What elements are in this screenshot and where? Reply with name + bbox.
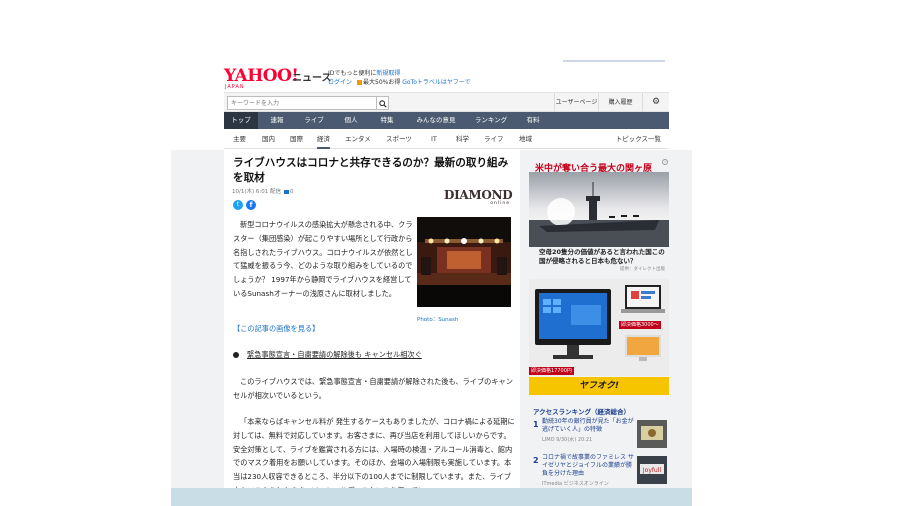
deal-icon xyxy=(357,80,363,85)
nav-tab-paid[interactable]: 有料 xyxy=(516,112,550,129)
comment-icon[interactable] xyxy=(284,189,289,194)
category-main[interactable]: 主要 xyxy=(233,129,246,149)
laptop-image xyxy=(621,285,665,313)
gear-icon[interactable]: ⚙ xyxy=(642,93,669,112)
publisher-logo[interactable]: DIAMOND online xyxy=(444,188,513,210)
section-heading-text: 緊急事態宣言・自粛要請の解除後も キャンセル相次ぐ xyxy=(247,350,422,359)
search-icon xyxy=(378,100,387,108)
category-sports[interactable]: スポーツ xyxy=(386,129,412,149)
promo-id-text: IDでもっと便利に xyxy=(328,70,377,77)
ranking-headline[interactable]: コロナ禍で故事業のファミレス サイゼリヤとジョイフルの業績が勝負を分けた理由 xyxy=(542,454,636,478)
article-paragraph-quote: 「本来ならばキャンセル料が 発生するケースもありましたが、コロナ禍による延期に対… xyxy=(233,417,515,488)
publisher-logo-text: DIAMOND xyxy=(444,188,513,202)
goto-travel-link[interactable]: GoToトラベルはヤフーで xyxy=(402,79,470,86)
article: ライブハウスはコロナと共存できるのか？最新の取り組みを取材 10/1(木) 6:… xyxy=(224,150,520,488)
ad-header[interactable]: 米中が奪い合う最大の関ヶ原 i xyxy=(529,156,669,174)
ad-caption[interactable]: 空母20隻分の価値があると言われた国この国が侵略されると日本も危ない？ xyxy=(539,248,667,266)
ranking-item[interactable]: 1 勤続30年の銀行員が見た「お金が逃げていく人」の特徴 LIMO 9/30(水… xyxy=(533,418,667,454)
search-input[interactable] xyxy=(227,96,377,110)
nav-tab-opinions[interactable]: みんなの意見 xyxy=(406,112,466,129)
article-photo[interactable] xyxy=(417,217,511,307)
ad-info-icon[interactable]: i xyxy=(662,159,668,165)
category-nav: 主要 国内 国際 経済 エンタメ スポーツ IT 科学 ライフ 地域 トピックス… xyxy=(224,129,669,149)
bottom-band xyxy=(171,488,692,506)
sidebar: 米中が奪い合う最大の関ヶ原 i 空母20隻分の価値があると言われた国この国が侵略 xyxy=(529,150,669,488)
svg-text:Joyfull: Joyfull xyxy=(642,467,662,474)
yahoo-logo-sub: JAPAN xyxy=(225,84,245,90)
aircraft-carrier-image xyxy=(529,172,669,247)
desktop-image xyxy=(625,335,661,361)
nav-tab-top[interactable]: トップ xyxy=(224,112,258,129)
ranking-source: ITmedia ビジネスオンライン xyxy=(542,481,609,487)
pc-monitor-image xyxy=(535,289,611,359)
category-domestic[interactable]: 国内 xyxy=(262,129,275,149)
ad-sponsor: 提供：ダイレクト出版 xyxy=(620,267,665,272)
category-life[interactable]: ライフ xyxy=(484,129,504,149)
article-date: 10/1(木) 6:01 配信 xyxy=(232,189,281,195)
yahuoku-logo[interactable]: ヤフオク! xyxy=(529,377,669,395)
topics-list-link[interactable]: トピックス一覧 xyxy=(616,129,661,149)
ranking-title[interactable]: アクセスランキング（経済総合） xyxy=(533,406,630,416)
ranking-thumbnail[interactable]: Joyfull xyxy=(637,456,667,484)
ranking-item[interactable]: 2 コロナ禍で故事業のファミレス サイゼリヤとジョイフルの業績が勝負を分けた理由… xyxy=(533,454,667,488)
nav-tab-feature[interactable]: 特集 xyxy=(370,112,404,129)
category-international[interactable]: 国際 xyxy=(290,129,303,149)
article-title: ライブハウスはコロナと共存できるのか？最新の取り組みを取材 xyxy=(233,157,509,184)
login-link[interactable]: ログイン xyxy=(328,79,352,86)
search-bar: ユーザーページ 購入履歴 ⚙ xyxy=(224,92,669,112)
signup-link[interactable]: 新規取得 xyxy=(376,70,400,77)
twitter-icon[interactable]: t xyxy=(233,200,243,210)
thumbnail-image: Joyfull xyxy=(637,456,667,484)
ranking-headline[interactable]: 勤続30年の銀行員が見た「お金が逃げていく人」の特徴 xyxy=(542,418,636,434)
ranking-number: 2 xyxy=(533,456,539,465)
view-photos-link[interactable]: 【この記事の画像を見る】 xyxy=(233,324,319,334)
ad-image[interactable] xyxy=(529,172,669,247)
nav-tab-individual[interactable]: 個人 xyxy=(334,112,368,129)
thumbnail-image xyxy=(637,420,667,448)
ranking-thumbnail[interactable] xyxy=(637,420,667,448)
live-house-stage-image xyxy=(417,217,511,307)
section-heading: 緊急事態宣言・自粛要請の解除後も キャンセル相次ぐ xyxy=(233,350,422,360)
nav-tab-live[interactable]: ライブ xyxy=(296,112,332,129)
article-paragraph: このライブハウスでは、緊急事態宣言・自粛要請が解除された後も、ライブのキャンセル… xyxy=(233,377,513,400)
nav-tab-breaking[interactable]: 速報 xyxy=(260,112,294,129)
user-page-link[interactable]: ユーザーページ xyxy=(554,93,598,112)
purchase-history-link[interactable]: 購入履歴 xyxy=(598,93,642,112)
nav-tab-ranking[interactable]: ランキング xyxy=(466,112,516,129)
category-economy[interactable]: 経済 xyxy=(317,129,330,149)
article-lead: 新型コロナウイルスの感染拡大が懸念される中、クラスター（集団感染）が起こりやすい… xyxy=(233,220,413,298)
news-section-title[interactable]: ニュース xyxy=(292,69,332,84)
price-tag-1[interactable]: 即決価格3000〜 xyxy=(619,321,661,329)
facebook-icon[interactable]: f xyxy=(246,200,256,210)
article-meta: 10/1(木) 6:01 配信 0 xyxy=(232,187,294,195)
category-science[interactable]: 科学 xyxy=(456,129,469,149)
category-entertainment[interactable]: エンタメ xyxy=(345,129,371,149)
price-tag-2[interactable]: 即決価格17700円 xyxy=(529,367,574,375)
photo-credit[interactable]: Photo：Sunash xyxy=(417,315,458,323)
bullet-icon xyxy=(233,352,239,358)
main-nav: トップ 速報 ライブ 個人 特集 みんなの意見 ランキング 有料 xyxy=(224,112,669,129)
promo-login: ログイン 最大50%お得 GoToトラベルはヤフーで xyxy=(328,77,471,86)
comment-count[interactable]: 0 xyxy=(290,189,294,195)
top-line xyxy=(563,60,665,62)
ranking-source: LIMO 9/30(水) 20:21 xyxy=(542,437,593,443)
header: YAHOO! JAPAN ニュース IDでもっと便利に新規取得 ログイン 最大50… xyxy=(224,64,669,92)
promo-id: IDでもっと便利に新規取得 xyxy=(328,68,400,77)
search-button[interactable] xyxy=(376,96,389,110)
category-it[interactable]: IT xyxy=(431,129,437,149)
auction-ad[interactable]: 即決価格3000〜 即決価格17700円 xyxy=(529,279,669,376)
ranking-number: 1 xyxy=(533,420,539,429)
yahoo-logo[interactable]: YAHOO! xyxy=(224,66,299,86)
category-local[interactable]: 地域 xyxy=(519,129,532,149)
deal-text[interactable]: 最大50%お得 xyxy=(363,79,400,86)
